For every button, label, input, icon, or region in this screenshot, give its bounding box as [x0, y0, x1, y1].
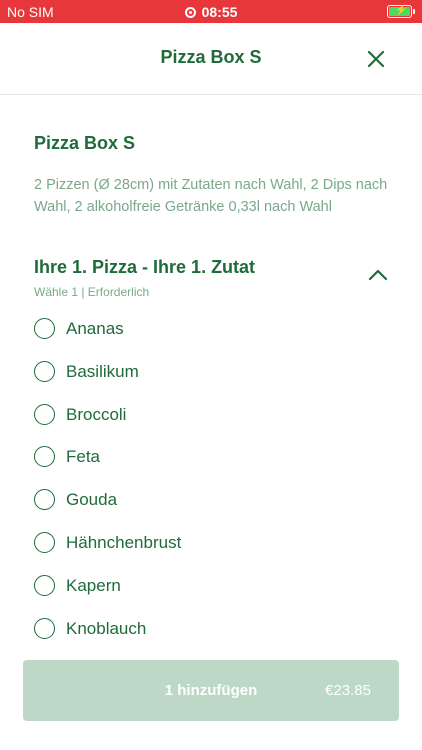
- close-icon: [367, 50, 385, 68]
- product-description: 2 Pizzen (Ø 28cm) mit Zutaten nach Wahl,…: [34, 177, 388, 215]
- radio-button[interactable]: [34, 446, 55, 468]
- screen-recording-icon: [184, 7, 196, 18]
- option-group-requirement: Wähle 1 | Erforderlich: [34, 285, 150, 299]
- radio-button[interactable]: [34, 318, 55, 339]
- radio-button[interactable]: [34, 574, 55, 596]
- add-button-price: €23.85: [325, 682, 371, 699]
- option-basilikum[interactable]: Basilikum: [34, 351, 388, 394]
- option-label: Basilikum: [66, 361, 139, 381]
- option-group-title: Ihre 1. Pizza - Ihre 1. Zutat: [34, 257, 256, 277]
- option-kapern[interactable]: Kapern: [34, 565, 388, 608]
- status-time-group: 08:55: [0, 4, 422, 20]
- charging-icon: ⚡: [395, 5, 408, 16]
- option-label: Feta: [66, 447, 101, 467]
- close-button[interactable]: [366, 49, 386, 69]
- option-label: Gouda: [66, 490, 118, 510]
- add-to-cart-button[interactable]: 1 hinzufügen €23.85: [23, 660, 399, 721]
- chevron-up-icon[interactable]: [368, 268, 388, 282]
- radio-button[interactable]: [34, 360, 55, 382]
- option-label: Ananas: [66, 319, 124, 338]
- radio-button[interactable]: [34, 403, 55, 425]
- option-label: Kapern: [66, 575, 121, 595]
- option-knoblauch[interactable]: Knoblauch: [34, 608, 388, 651]
- battery-level: ⚡: [389, 5, 410, 16]
- option-label: Knoblauch: [66, 618, 147, 638]
- option-gouda[interactable]: Gouda: [34, 479, 388, 522]
- option-ananas[interactable]: Ananas: [34, 308, 388, 351]
- status-bar: No SIM 08:55 ⚡: [0, 0, 422, 23]
- product-detail: Pizza Box S 2 Pizzen (Ø 28cm) mit Zutate…: [0, 96, 422, 750]
- battery-icon: ⚡: [387, 5, 415, 18]
- page-title: Pizza Box S: [160, 47, 262, 67]
- option-feta[interactable]: Feta: [34, 436, 388, 479]
- status-time: 08:55: [201, 4, 238, 20]
- navigation-bar: Pizza Box S: [0, 23, 422, 95]
- option-haehnchenbrust[interactable]: Hähnchenbrust: [34, 522, 388, 565]
- option-list: Ananas Basilikum Broccoli Feta Gouda Häh…: [34, 308, 388, 650]
- option-broccoli[interactable]: Broccoli: [34, 394, 388, 437]
- option-label: Hähnchenbrust: [66, 532, 182, 552]
- radio-button[interactable]: [34, 617, 55, 639]
- product-title: Pizza Box S: [34, 133, 136, 153]
- option-group-header[interactable]: Ihre 1. Pizza - Ihre 1. Zutat Wähle 1 | …: [34, 254, 388, 304]
- option-label: Broccoli: [66, 404, 127, 424]
- radio-button[interactable]: [34, 531, 55, 553]
- radio-button[interactable]: [34, 489, 55, 511]
